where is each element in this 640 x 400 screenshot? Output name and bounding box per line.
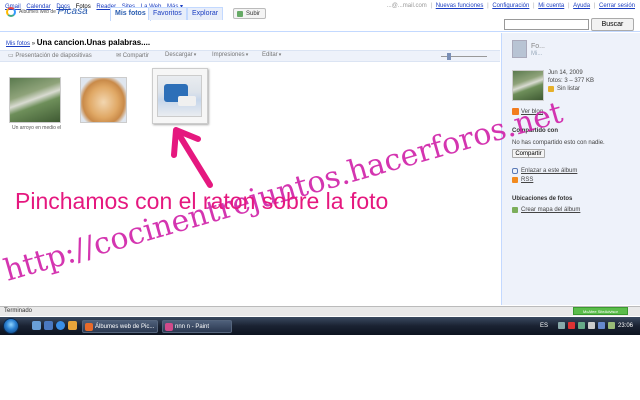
slideshow-label: Presentación de diapositivas [15,53,92,59]
language-indicator[interactable]: ES [540,323,548,329]
breadcrumb-root[interactable]: Mis fotos [6,41,30,47]
breadcrumb: Mis fotos » Una cancion.Unas palabras...… [6,38,150,47]
my-account-link[interactable]: Mi cuenta [538,3,564,9]
start-button[interactable] [3,318,19,334]
album-photo-count: fotos: 3 – 377 KB [548,78,595,84]
upload-button[interactable]: Subir [233,8,267,19]
mcafee-badge[interactable]: McAfee SiteAdvisor [573,307,628,315]
clock[interactable]: 23:06 [618,323,633,329]
taskbar-item-paint[interactable]: nnn n - Paint [162,320,232,333]
zoom-slider[interactable] [435,53,493,60]
search-input[interactable] [504,19,589,30]
shared-with-text: No has compartido esto con nadie. [512,140,605,146]
photo-content-shape [178,96,196,106]
tab-explorar[interactable]: Explorar [187,7,224,20]
rss-link[interactable]: RSS [521,177,533,183]
search-button[interactable]: Buscar [591,18,634,31]
edit-label: Editar [262,52,278,58]
account-email: ...@...mail.com [386,3,427,9]
logo-small-text: Álbumes web de [19,8,56,15]
tray-network-icon[interactable] [578,322,585,329]
link-icon [512,168,518,174]
tray-help-icon[interactable] [558,322,565,329]
taskbar-item-label: Álbumes web de Pic... [95,324,155,330]
picasa-logo[interactable]: Álbumes web de Picasa [6,6,88,17]
status-text: Terminado [4,308,33,314]
chevron-down-icon: ▾ [245,52,249,58]
taskbar-item-label: nnn n - Paint [175,324,210,330]
page-title: Una cancion.Unas palabras.... [36,38,151,47]
blank-area [0,335,640,400]
google-bar: Gmail Calendar Docs Fotos Reader Sites L… [0,0,640,11]
slideshow-icon: ▭ [8,53,14,59]
help-link[interactable]: Ayuda [573,3,590,9]
tab-favoritos[interactable]: Favoritos [148,7,187,20]
tray-app-icon[interactable] [598,322,605,329]
sign-out-link[interactable]: Cerrar sesión [599,3,635,9]
new-features-link[interactable]: Nuevas funciones [436,3,484,9]
sidebar-share-button[interactable]: Compartir [512,149,545,158]
slideshow-button[interactable]: ▭ Presentación de diapositivas [8,52,92,59]
annotation-arrow [171,127,213,188]
tray-mcafee-icon[interactable] [568,322,575,329]
map-icon [512,207,518,213]
breadcrumb-separator: » [31,41,36,47]
zoom-knob[interactable] [447,53,451,60]
firefox-icon [85,323,93,331]
browser-status-bar [0,306,640,316]
tray-volume-icon[interactable] [588,322,595,329]
create-map-link[interactable]: Crear mapa del álbum [521,207,580,213]
upload-icon [237,11,243,17]
upload-label: Subir [246,11,261,17]
annotation-text: Pinchamos con el raton sobre la foto [15,188,389,214]
lock-icon [548,86,554,92]
download-label: Descargar [165,52,193,58]
chevron-down-icon: ▾ [278,52,282,58]
prints-label: Impresiones [212,52,245,58]
taskbar-item-picasa[interactable]: Álbumes web de Pic... [82,320,158,333]
avatar[interactable] [512,40,527,58]
photo-thumbnail-logo[interactable] [157,75,202,117]
chevron-down-icon: ▾ [193,52,197,58]
paint-icon [165,323,173,331]
album-cover-thumbnail[interactable] [512,70,544,101]
folder-icon[interactable] [68,321,77,330]
album-date: Jun 14, 2009 [548,70,583,76]
logo-big-text: Picasa [57,6,88,17]
prints-menu[interactable]: Impresiones▾ [212,52,248,58]
photo-caption: Un arroyo en medio el [12,125,62,131]
photo-thumbnail-stream[interactable] [9,77,61,123]
share-icon: ✉ [116,53,122,59]
settings-link[interactable]: Configuración [492,3,529,9]
rss-icon [512,177,518,183]
link-album-link[interactable]: Enlazar a este álbum [521,168,577,174]
photo-locations-heading: Ubicaciones de fotos [512,196,573,202]
share-button[interactable]: ✉ Compartir [116,52,149,59]
show-desktop-icon[interactable] [32,321,41,330]
tab-mis-fotos[interactable]: Mis fotos [110,7,151,21]
owner-link[interactable]: Mi... [531,51,542,57]
tray-app-icon[interactable] [608,322,615,329]
edit-menu[interactable]: Editar▾ [262,52,281,58]
gbar-right-links: ...@...mail.com | Nuevas funciones | Con… [386,3,635,9]
internet-explorer-icon[interactable] [56,321,65,330]
owner-name[interactable]: Fo... [531,43,545,50]
photo-thumbnail-book-cake[interactable] [80,77,127,123]
album-visibility: Sin listar [557,86,581,92]
picasa-logo-icon [6,6,16,17]
download-menu[interactable]: Descargar▾ [165,52,196,58]
switch-windows-icon[interactable] [44,321,53,330]
share-label: Compartir [122,53,150,59]
